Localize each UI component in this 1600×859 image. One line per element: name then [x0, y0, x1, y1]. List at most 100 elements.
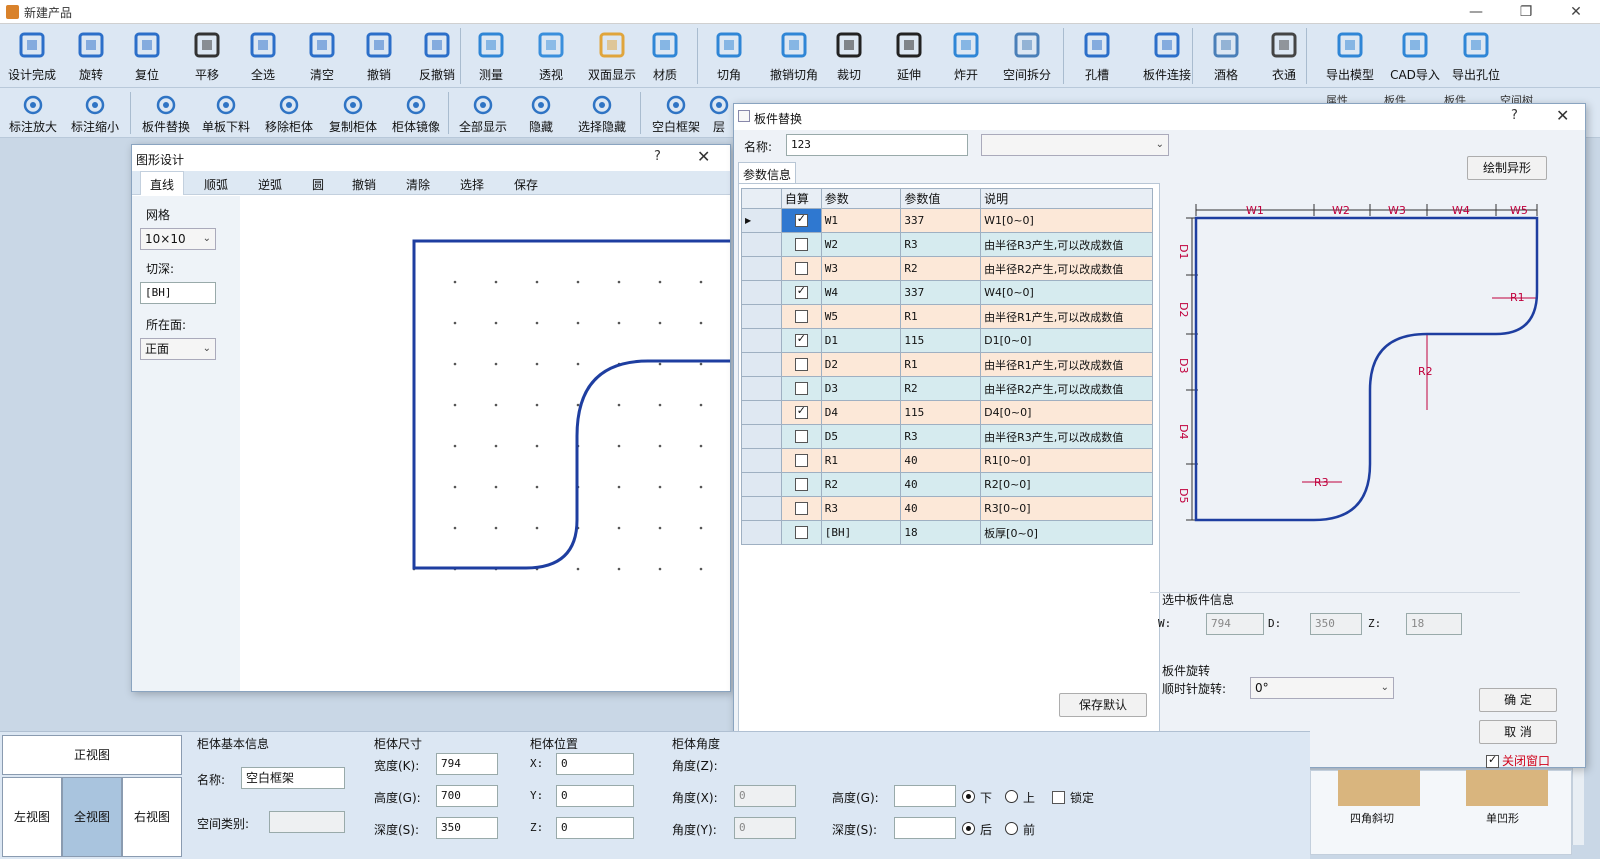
cancel-button[interactable]: 取 消	[1479, 720, 1557, 744]
right-view-button[interactable]: 右视图	[122, 777, 182, 857]
y-input[interactable]: 0	[556, 785, 634, 807]
design-complete-button[interactable]: 设计完成	[4, 26, 60, 86]
explode-button[interactable]: 炸开	[940, 26, 992, 86]
template-select[interactable]: ⌄	[981, 134, 1169, 156]
row-selector[interactable]	[741, 448, 782, 473]
depth-input[interactable]: 350	[436, 817, 498, 839]
board-replace-button[interactable]: 板件替换	[136, 90, 196, 136]
param-value[interactable]: R1	[900, 304, 982, 329]
radio-front[interactable]	[1005, 822, 1018, 835]
show-all-button[interactable]: 全部显示	[452, 90, 514, 136]
param-value[interactable]: R3	[900, 424, 982, 449]
table-row[interactable]: D1115D1[0~0]	[741, 328, 1153, 353]
auto-calc-checkbox[interactable]	[780, 352, 822, 377]
clear-button[interactable]: 清空	[295, 26, 349, 86]
table-row[interactable]: W2 R3 由半径R3产生,可以改成数值	[741, 232, 1153, 257]
select-all-button[interactable]: 全选	[236, 26, 290, 86]
measure-button[interactable]: 测量	[465, 26, 517, 86]
auto-calc-checkbox[interactable]	[780, 472, 822, 497]
row-selector[interactable]	[741, 232, 782, 257]
undo-button[interactable]: 撤销	[352, 26, 406, 86]
row-selector[interactable]	[741, 352, 782, 377]
table-row[interactable]: W4337W4[0~0]	[741, 280, 1153, 305]
width-input[interactable]: 794	[436, 753, 498, 775]
row-selector[interactable]	[741, 376, 782, 401]
param-value[interactable]: 40	[900, 448, 982, 473]
hole-slot-button[interactable]: 孔槽	[1070, 26, 1124, 86]
layer-button[interactable]: 层	[709, 90, 729, 136]
tab-circle[interactable]: 圆	[312, 176, 324, 193]
tab-line[interactable]: 直线	[150, 176, 174, 193]
trim-button[interactable]: 裁切	[823, 26, 875, 86]
reset-button[interactable]: 复位	[120, 26, 174, 86]
tab-clear[interactable]: 清除	[406, 176, 430, 193]
material-button[interactable]: 材质	[640, 26, 690, 86]
param-value[interactable]: R3	[900, 232, 982, 257]
export-holes-button[interactable]: 导出孔位	[1445, 26, 1507, 86]
zoom-out-label-button[interactable]: 标注缩小	[66, 90, 124, 136]
auto-calc-checkbox[interactable]	[780, 520, 822, 545]
tab-params[interactable]: 参数信息	[738, 162, 796, 184]
tab-cw-arc[interactable]: 顺弧	[204, 176, 228, 193]
help-icon[interactable]: ?	[654, 149, 661, 164]
export-model-button[interactable]: 导出模型	[1320, 26, 1380, 86]
auto-calc-checkbox[interactable]	[780, 280, 822, 305]
double-sided-button[interactable]: 双面显示	[580, 26, 644, 86]
cut-corner-button[interactable]: 切角	[703, 26, 755, 86]
board-connect-button[interactable]: 板件连接	[1135, 26, 1199, 86]
table-row[interactable]: D3 R2 由半径R2产生,可以改成数值	[741, 376, 1153, 401]
cabinet-name-input[interactable]: 空白框架	[241, 767, 345, 789]
grid-select[interactable]: 10×10 ⌄	[140, 228, 216, 250]
table-row[interactable]: D4115D4[0~0]	[741, 400, 1153, 425]
select-hide-button[interactable]: 选择隐藏	[571, 90, 633, 136]
row-selector[interactable]	[741, 256, 782, 281]
param-value[interactable]: 40	[900, 472, 982, 497]
draw-custom-button[interactable]: 绘制异形	[1467, 156, 1547, 180]
param-value[interactable]: 115	[900, 400, 982, 425]
row-selector[interactable]	[741, 328, 782, 353]
depth-input[interactable]: [BH]	[140, 282, 216, 304]
radio-down[interactable]	[962, 790, 975, 803]
save-default-button[interactable]: 保存默认	[1059, 693, 1147, 717]
full-view-button[interactable]: 全视图	[62, 777, 122, 857]
cad-import-button[interactable]: CAD导入	[1385, 26, 1445, 86]
depth2-input[interactable]	[894, 817, 956, 839]
single-cut-button[interactable]: 单板下料	[196, 90, 256, 136]
table-row[interactable]: W5 R1 由半径R1产生,可以改成数值	[741, 304, 1153, 329]
param-value[interactable]: 40	[900, 496, 982, 521]
param-value[interactable]: 18	[900, 520, 982, 545]
face-select[interactable]: 正面 ⌄	[140, 338, 216, 360]
name-input[interactable]: 123	[786, 134, 968, 156]
close-icon[interactable]: ✕	[697, 147, 710, 166]
minimize-button[interactable]: —	[1456, 2, 1496, 22]
front-view-button[interactable]: 正视图	[2, 735, 182, 775]
param-value[interactable]: 115	[900, 328, 982, 353]
hide-button[interactable]: 隐藏	[522, 90, 560, 136]
auto-calc-checkbox[interactable]	[780, 208, 822, 233]
shape-canvas[interactable]	[240, 196, 730, 691]
maximize-button[interactable]: ❐	[1506, 2, 1546, 22]
table-row[interactable]: [BH] 18 板厚[0~0]	[741, 520, 1153, 545]
param-value[interactable]: 337	[900, 208, 982, 233]
tab-undo[interactable]: 撤销	[352, 176, 376, 193]
wine-grid-button[interactable]: 酒格	[1200, 26, 1252, 86]
help-icon[interactable]: ?	[1511, 108, 1518, 123]
perspective-button[interactable]: 透视	[525, 26, 577, 86]
ok-button[interactable]: 确 定	[1479, 688, 1557, 712]
table-row[interactable]: ▶ W1337W1[0~0]	[741, 208, 1153, 233]
rotate-button[interactable]: 旋转	[64, 26, 118, 86]
radio-back[interactable]	[962, 822, 975, 835]
redo-button[interactable]: 反撤销	[408, 26, 466, 86]
left-view-button[interactable]: 左视图	[2, 777, 62, 857]
thumbnail-single-concave[interactable]	[1466, 770, 1548, 806]
undo-cut-corner-button[interactable]: 撤销切角	[762, 26, 826, 86]
auto-calc-checkbox[interactable]	[780, 424, 822, 449]
table-row[interactable]: R1 40 R1[0~0]	[741, 448, 1153, 473]
row-selector[interactable]	[741, 400, 782, 425]
row-selector[interactable]: ▶	[741, 208, 782, 233]
param-value[interactable]: R2	[900, 376, 982, 401]
height2-input[interactable]	[894, 785, 956, 807]
auto-calc-checkbox[interactable]	[780, 496, 822, 521]
clothes-rail-button[interactable]: 衣通	[1258, 26, 1310, 86]
table-row[interactable]: R2 40 R2[0~0]	[741, 472, 1153, 497]
